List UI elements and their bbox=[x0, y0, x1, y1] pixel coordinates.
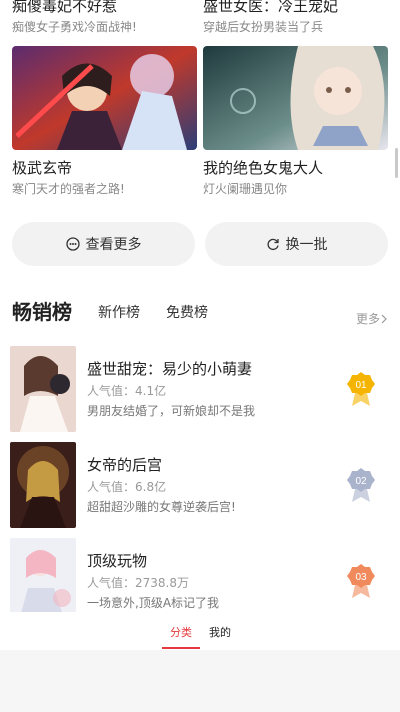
more-label: 更多 bbox=[355, 312, 380, 326]
comic-cover-image[interactable] bbox=[12, 46, 197, 150]
rank-desc: 一场意外,顶级A标记了我 bbox=[87, 596, 220, 610]
rank-desc: 男朋友结婚了，可新娘却不是我 bbox=[87, 404, 256, 418]
rank-popularity: 人气值：2738.8万 bbox=[87, 576, 189, 590]
refresh-icon bbox=[266, 238, 279, 251]
refresh-batch-button[interactable]: 换一批 bbox=[205, 222, 388, 266]
rank-title: 盛世甜宠：易少的小萌妻 bbox=[87, 360, 253, 378]
tab-free[interactable]: 免费榜 bbox=[166, 302, 208, 322]
rank-title: 顶级玩物 bbox=[87, 552, 148, 570]
comic-card[interactable]: 我的绝色女鬼大人 灯火阑珊遇见你 bbox=[203, 46, 388, 198]
rank-popularity: 人气值：4.1亿 bbox=[87, 384, 167, 398]
rank-list-item[interactable]: 盛世甜宠：易少的小萌妻 人气值：4.1亿 男朋友结婚了，可新娘却不是我 01 bbox=[10, 346, 388, 432]
rank-number: 02 bbox=[355, 476, 367, 487]
more-link[interactable]: 更多 bbox=[356, 310, 388, 327]
comic-desc: 痴傻女子勇戏冷面战神! bbox=[12, 20, 137, 34]
chevron-right-icon bbox=[381, 314, 387, 323]
comic-title: 盛世女医：冷王宠妃 bbox=[203, 0, 339, 15]
rank-medal-icon: 01 bbox=[347, 372, 375, 406]
comic-desc: 穿越后女扮男装当了兵 bbox=[203, 20, 324, 34]
comic-title: 痴傻毒妃不好惹 bbox=[12, 0, 118, 15]
view-more-label: 查看更多 bbox=[85, 237, 142, 253]
rank-cover-image[interactable] bbox=[10, 346, 76, 432]
bottom-tab-bar: 分类 我的 bbox=[0, 612, 400, 650]
refresh-batch-label: 换一批 bbox=[285, 237, 328, 253]
rank-medal-icon: 03 bbox=[347, 564, 375, 598]
more-dots-icon bbox=[65, 237, 80, 251]
rank-list-item[interactable]: 女帝的后宫 人气值：6.8亿 超甜超沙雕的女尊逆袭后宫! 02 bbox=[10, 442, 388, 528]
comic-desc: 灯火阑珊遇见你 bbox=[203, 182, 288, 196]
rank-cover-image[interactable] bbox=[10, 442, 76, 528]
rank-title: 女帝的后宫 bbox=[87, 456, 163, 474]
view-more-button[interactable]: 查看更多 bbox=[12, 222, 195, 266]
action-buttons: 查看更多 换一批 bbox=[12, 222, 388, 266]
tab-new[interactable]: 新作榜 bbox=[98, 302, 140, 322]
top-card-row: 痴傻毒妃不好惹 痴傻女子勇戏冷面战神! 盛世女医：冷王宠妃 穿越后女扮男装当了兵 bbox=[12, 0, 388, 36]
comic-desc: 寒门天才的强者之路! bbox=[12, 182, 125, 196]
ranking-header: 畅销榜 新作榜 免费榜 更多 bbox=[12, 294, 388, 326]
tab-mine[interactable]: 我的 bbox=[209, 624, 231, 640]
scrollbar[interactable] bbox=[395, 148, 398, 178]
rank-desc: 超甜超沙雕的女尊逆袭后宫! bbox=[87, 500, 236, 514]
rank-popularity: 人气值：6.8亿 bbox=[87, 480, 167, 494]
comic-cover-image[interactable] bbox=[203, 46, 388, 150]
comic-card[interactable]: 痴傻毒妃不好惹 痴傻女子勇戏冷面战神! bbox=[12, 0, 197, 36]
rank-number: 03 bbox=[355, 572, 367, 583]
comic-title: 极武玄帝 bbox=[12, 159, 73, 177]
comic-card[interactable]: 盛世女医：冷王宠妃 穿越后女扮男装当了兵 bbox=[203, 0, 388, 36]
comic-card[interactable]: 极武玄帝 寒门天才的强者之路! bbox=[12, 46, 197, 198]
rank-number: 01 bbox=[355, 380, 367, 391]
tab-categories[interactable]: 分类 bbox=[170, 624, 192, 640]
rank-medal-icon: 02 bbox=[347, 468, 375, 502]
tab-bestseller[interactable]: 畅销榜 bbox=[12, 296, 72, 325]
comic-card-row: 极武玄帝 寒门天才的强者之路! 我的绝色女鬼大人 灯火阑珊遇见你 bbox=[12, 46, 388, 198]
comic-title: 我的绝色女鬼大人 bbox=[203, 159, 324, 177]
active-tab-indicator bbox=[162, 647, 200, 649]
